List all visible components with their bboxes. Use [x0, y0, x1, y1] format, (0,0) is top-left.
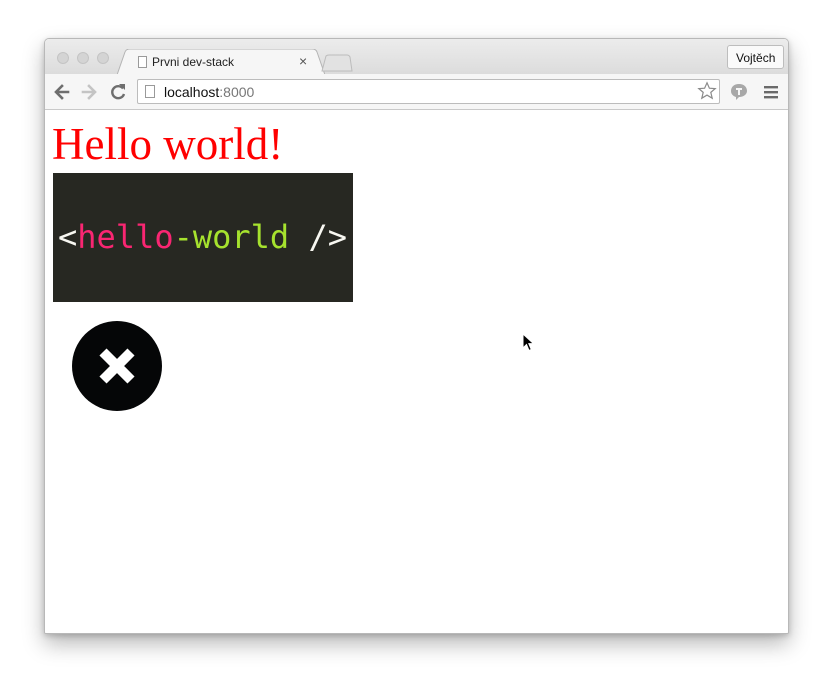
toolbar: localhost:8000: [45, 74, 788, 110]
url-text[interactable]: localhost:8000: [164, 84, 254, 100]
code-word-world: world: [192, 218, 290, 256]
close-button[interactable]: [72, 321, 162, 411]
extension-icon[interactable]: [729, 82, 749, 102]
address-bar[interactable]: localhost:8000: [137, 79, 720, 104]
page-heading: Hello world!: [52, 119, 284, 169]
close-window-button[interactable]: [57, 52, 69, 64]
title-bar: Prvni dev-stack × Vojtěch: [45, 39, 788, 75]
close-x-icon: [99, 348, 135, 384]
profile-button[interactable]: Vojtěch: [727, 45, 785, 69]
code-snippet: <hello-world />: [53, 173, 353, 302]
minimize-window-button[interactable]: [77, 52, 89, 64]
page-content: Hello world! <hello-world />: [45, 110, 788, 633]
tab-close-icon[interactable]: ×: [299, 53, 307, 69]
bookmark-star-icon[interactable]: [697, 81, 717, 101]
mouse-cursor-icon: [522, 333, 535, 352]
code-close-bracket: />: [289, 218, 347, 256]
code-word-hello: hello: [77, 218, 174, 256]
forward-arrow-icon[interactable]: [79, 82, 99, 102]
page-icon: [145, 85, 155, 98]
code-text: <hello-world />: [58, 219, 347, 255]
new-tab-button[interactable]: [321, 54, 353, 72]
code-open-bracket: <: [58, 218, 78, 256]
reload-icon[interactable]: [108, 82, 128, 102]
zoom-window-button[interactable]: [97, 52, 109, 64]
tab-page-icon: [138, 56, 147, 68]
tab-title: Prvni dev-stack: [152, 55, 235, 69]
back-arrow-icon[interactable]: [52, 82, 72, 102]
code-dash: -: [173, 218, 193, 256]
browser-window: Prvni dev-stack × Vojtěch localhost:8000: [44, 38, 789, 634]
hamburger-menu-icon[interactable]: [761, 82, 781, 102]
